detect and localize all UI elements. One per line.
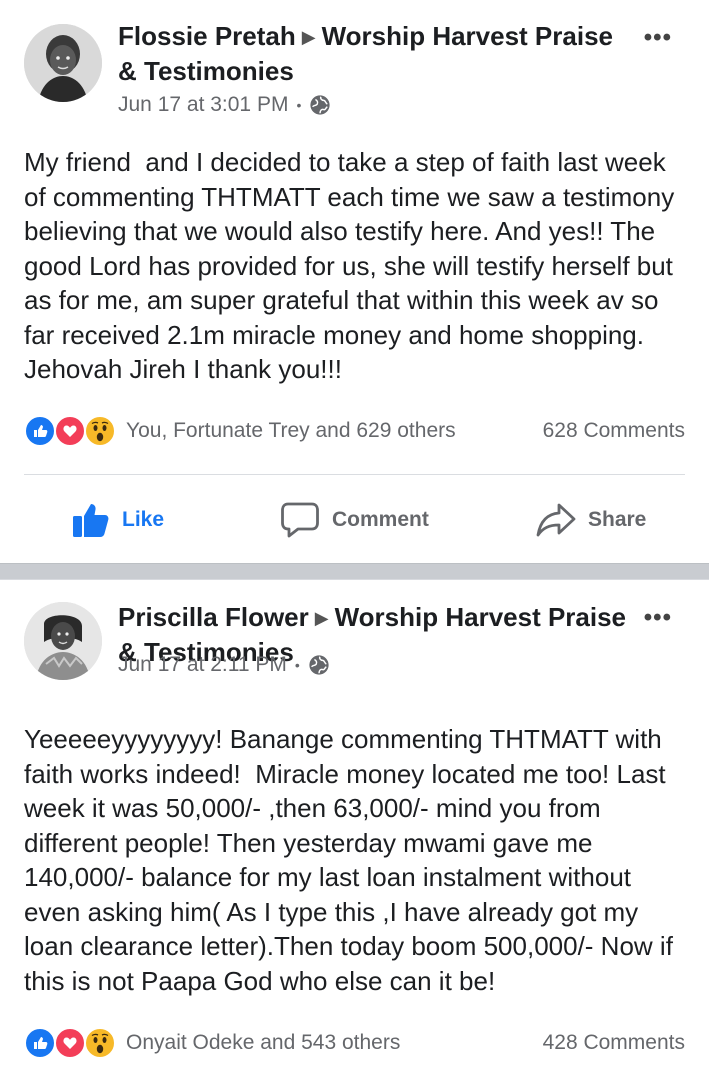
comments-count[interactable]: 628 Comments (543, 419, 685, 443)
timestamp[interactable]: Jun 17 at 3:01 PM (118, 93, 288, 117)
author-name[interactable]: Priscilla Flower (118, 602, 309, 632)
thumbs-up-icon (73, 504, 109, 537)
dot-separator: • (296, 97, 302, 113)
globe-icon (310, 95, 330, 115)
feed-separator (0, 563, 709, 580)
reaction-icons (24, 1025, 120, 1061)
share-label: Share (588, 508, 647, 531)
post-card: Flossie Pretah ▶ Worship Harvest Praise & … (0, 0, 709, 563)
author-name[interactable]: Flossie Pretah (118, 21, 296, 51)
post-meta: Jun 17 at 2:11 PM • (118, 653, 330, 677)
avatar[interactable] (24, 24, 102, 102)
reactions-bar[interactable]: You, Fortunate Trey and 629 others 628 C… (24, 413, 685, 449)
post-meta: Jun 17 at 3:01 PM • (118, 93, 331, 117)
more-options-icon[interactable]: ••• (644, 26, 672, 50)
love-reaction-icon (54, 415, 86, 447)
comment-button[interactable]: Comment (280, 494, 429, 546)
post-body: Yeeeeeyyyyyyyy! Banange commenting THTMA… (24, 724, 681, 996)
arrow-right-icon: ▶ (301, 27, 316, 47)
share-arrow-icon (536, 503, 576, 537)
wow-reaction-icon (84, 1027, 116, 1059)
divider (24, 474, 685, 475)
love-reaction-icon (54, 1027, 86, 1059)
post-card: Priscilla Flower ▶ Worship Harvest Praise … (0, 580, 709, 1080)
like-reaction-icon (24, 1027, 56, 1059)
reactions-summary[interactable]: Onyait Odeke and 543 others (126, 1031, 543, 1055)
comment-label: Comment (332, 508, 429, 531)
reactions-summary[interactable]: You, Fortunate Trey and 629 others (126, 419, 543, 443)
like-label: Like (122, 508, 165, 531)
globe-icon (309, 655, 329, 675)
comment-bubble-icon (281, 502, 319, 538)
avatar[interactable] (24, 602, 102, 680)
timestamp[interactable]: Jun 17 at 2:11 PM (118, 653, 287, 677)
post-actions: Like Comment Share (0, 494, 709, 546)
reaction-icons (24, 413, 120, 449)
wow-reaction-icon (84, 415, 116, 447)
share-button[interactable]: Share (536, 494, 646, 546)
reactions-bar[interactable]: Onyait Odeke and 543 others 428 Comments (24, 1025, 685, 1061)
post-header: Flossie Pretah ▶ Worship Harvest Praise & … (118, 20, 629, 87)
more-options-icon[interactable]: ••• (644, 606, 672, 630)
arrow-right-icon: ▶ (314, 608, 329, 628)
like-button[interactable]: Like (72, 494, 164, 546)
like-reaction-icon (24, 415, 56, 447)
dot-separator: • (294, 657, 300, 673)
post-body: My friend and I decided to take a step o… (24, 147, 682, 384)
comments-count[interactable]: 428 Comments (543, 1031, 685, 1055)
